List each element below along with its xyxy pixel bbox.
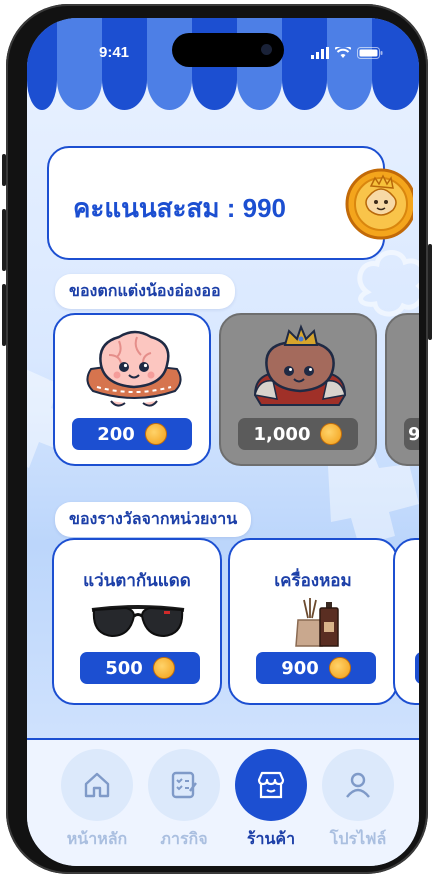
price-tag: [415, 652, 419, 684]
price-value: 200: [97, 423, 135, 445]
power-button: [428, 244, 432, 340]
reward-item-card[interactable]: เครื่องหอม 900: [228, 538, 398, 705]
price-tag: 1,000: [238, 418, 358, 450]
reward-item-card[interactable]: แว่นตากันแดด 500: [52, 538, 222, 705]
nav-store-circle: [235, 749, 307, 821]
nav-label: หน้าหลัก: [66, 829, 128, 848]
rewards-section-title: ของรางวัลจากหน่วยงาน: [55, 502, 252, 537]
nav-tab-missions[interactable]: ภารกิจ: [147, 749, 221, 852]
home-icon: [84, 772, 110, 798]
points-card: คะแนนสะสม : 990: [47, 146, 385, 260]
signal-icon: [311, 47, 329, 59]
price-tag: 500: [80, 652, 200, 684]
decoration-item-card[interactable]: 200: [53, 313, 211, 466]
camera-icon: [261, 44, 272, 55]
price-tag: 9: [404, 418, 419, 450]
reward-item-card-partial[interactable]: [393, 538, 419, 705]
app-screen: 9:41 คะแนนสะสม : 990 ของตกแต่งน้องอ่องออ: [27, 18, 419, 866]
volume-down-button: [2, 284, 6, 346]
price-value: 1,000: [253, 423, 311, 445]
decorations-section-title: ของตกแต่งน้องอ่องออ: [55, 274, 235, 309]
king-brain-mascot-icon: [253, 324, 347, 406]
price-tag: 200: [72, 418, 192, 450]
coin-icon: [144, 423, 167, 445]
status-icons: [311, 47, 383, 59]
dynamic-island: [172, 33, 284, 67]
coin-icon: [152, 657, 175, 679]
points-balance: คะแนนสะสม : 990: [73, 193, 286, 223]
nav-label: ร้านค้า: [246, 829, 296, 848]
decoration-item-card-locked[interactable]: 1,000: [219, 313, 377, 466]
decoration-item-card-partial[interactable]: 9: [385, 313, 419, 466]
status-time: 9:41: [99, 44, 130, 61]
price-value: 9: [408, 424, 419, 445]
nav-label: ภารกิจ: [160, 829, 208, 848]
phone-frame: 9:41 คะแนนสะสม : 990 ของตกแต่งน้องอ่องออ: [2, 4, 432, 874]
crowned-coin-icon: [345, 168, 413, 240]
brain-outline-decor: [357, 250, 419, 317]
checklist-icon: [171, 771, 197, 799]
price-value: 900: [281, 657, 319, 679]
reward-name: แว่นตากันแดด: [83, 571, 191, 591]
nav-tab-store[interactable]: ร้านค้า: [234, 749, 308, 852]
price-tag: 900: [256, 652, 376, 684]
coin-icon: [328, 657, 351, 679]
coin-icon: [320, 423, 343, 445]
nav-tab-home[interactable]: หน้าหลัก: [60, 749, 134, 852]
reward-name: เครื่องหอม: [274, 571, 352, 591]
wifi-icon: [335, 47, 351, 58]
nav-profile-circle: [322, 749, 394, 821]
nav-home-circle: [61, 749, 133, 821]
nav-missions-circle: [148, 749, 220, 821]
battery-icon: [357, 47, 383, 59]
sunglasses-icon: [91, 605, 185, 638]
diffuser-icon: [295, 598, 339, 647]
brain-mascot-icon: [86, 330, 182, 407]
volume-up-button: [2, 209, 6, 271]
price-value: 500: [105, 657, 143, 679]
nav-label: โปรไฟล์: [329, 829, 387, 848]
nav-tab-profile[interactable]: โปรไฟล์: [321, 749, 395, 852]
profile-icon: [346, 772, 370, 798]
mute-switch: [2, 154, 6, 186]
store-icon: [257, 771, 285, 799]
